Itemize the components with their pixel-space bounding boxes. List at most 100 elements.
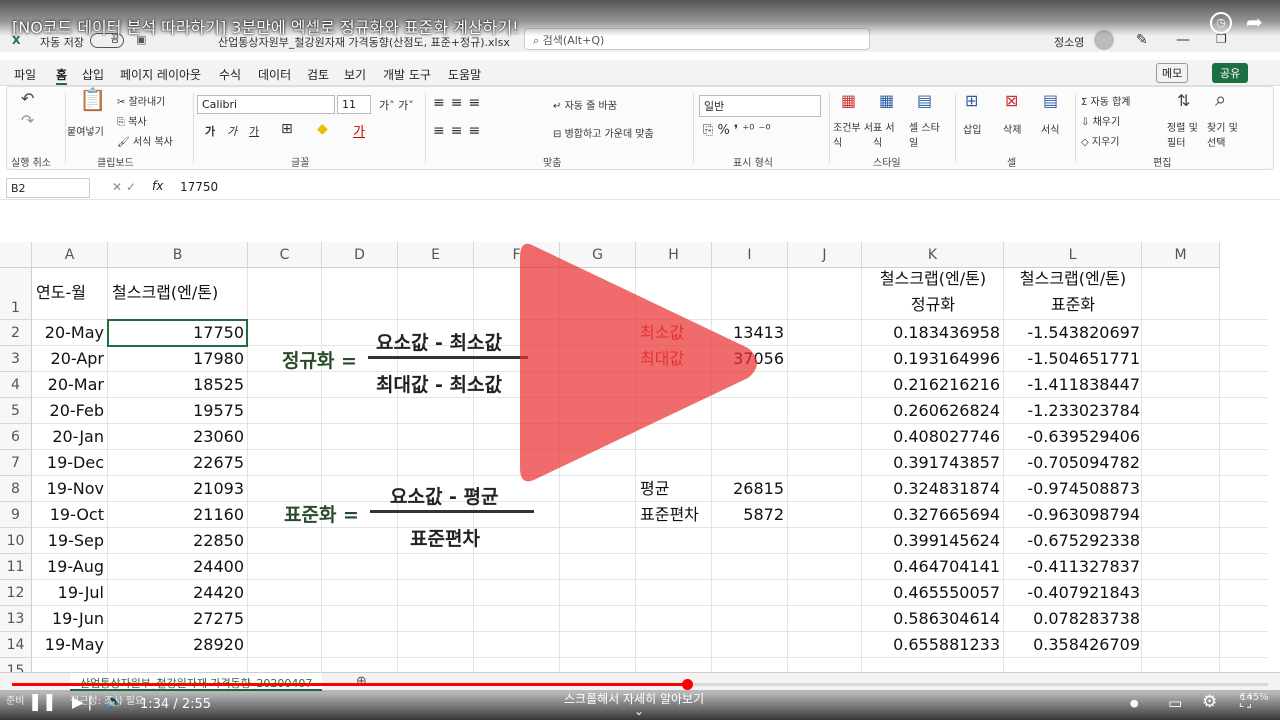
name-box[interactable]: B2 <box>6 178 90 198</box>
font-name-select[interactable]: Calibri <box>197 95 335 114</box>
cell-a3[interactable]: 20-Apr <box>32 346 104 372</box>
format-painter-button[interactable]: 🖌 서식 복사 <box>117 133 173 148</box>
cell-l5[interactable]: -1.233023784 <box>1004 398 1140 424</box>
font-grow-icon[interactable]: 가˄ 가˅ <box>379 97 414 113</box>
cell-a2[interactable]: 20-May <box>32 320 104 346</box>
menu-formulas[interactable]: 수식 <box>219 66 241 83</box>
menu-insert[interactable]: 삽입 <box>82 66 104 83</box>
share-button[interactable]: 공유 <box>1212 63 1249 83</box>
menu-view[interactable]: 보기 <box>344 66 366 83</box>
cell-l2[interactable]: -1.543820697 <box>1004 320 1140 346</box>
volume-icon[interactable]: 🔊 <box>106 694 123 710</box>
table-format-button[interactable]: 표 서식 <box>873 119 903 149</box>
cell-k10[interactable]: 0.399145624 <box>862 528 1000 554</box>
cell-l12[interactable]: -0.407921843 <box>1004 580 1140 606</box>
column-header-m[interactable]: M <box>1142 242 1220 268</box>
cell-b12[interactable]: 24420 <box>108 580 244 606</box>
cell-b14[interactable]: 28920 <box>108 632 244 658</box>
chevron-down-icon[interactable]: ⌄ <box>634 704 644 718</box>
cell-a4[interactable]: 20-Mar <box>32 372 104 398</box>
redo-icon[interactable]: ↷ <box>21 113 34 129</box>
row-header-4[interactable]: 4 <box>0 372 32 398</box>
paste-icon[interactable]: 📋 <box>79 90 106 112</box>
cell-a8[interactable]: 19-Nov <box>32 476 104 502</box>
row-header-1[interactable]: 1 <box>0 268 32 320</box>
row-header-14[interactable]: 14 <box>0 632 32 658</box>
fill-button[interactable]: ⇩ 채우기 <box>1081 113 1120 128</box>
cell-b7[interactable]: 22675 <box>108 450 244 476</box>
cell-k7[interactable]: 0.391743857 <box>862 450 1000 476</box>
bold-button[interactable]: 가 <box>205 123 215 139</box>
cell-l13[interactable]: 0.078283738 <box>1004 606 1140 632</box>
cell-a10[interactable]: 19-Sep <box>32 528 104 554</box>
wrap-text-button[interactable]: ↵ 자동 줄 바꿈 <box>553 97 617 112</box>
column-header-l[interactable]: L <box>1004 242 1142 268</box>
cell-l8[interactable]: -0.974508873 <box>1004 476 1140 502</box>
column-header-e[interactable]: E <box>398 242 474 268</box>
column-header-a[interactable]: A <box>32 242 108 268</box>
cell-b8[interactable]: 21093 <box>108 476 244 502</box>
cell-b11[interactable]: 24400 <box>108 554 244 580</box>
sort-filter-icon[interactable]: ⇅ <box>1177 93 1190 109</box>
cell-k14[interactable]: 0.655881233 <box>862 632 1000 658</box>
align-left-icons[interactable]: ≡≡≡ <box>433 123 486 139</box>
conditional-format-button[interactable]: 조건부 서식 <box>833 119 873 149</box>
find-select-button[interactable]: 찾기 및 선택 <box>1207 119 1247 149</box>
column-header-d[interactable]: D <box>322 242 398 268</box>
cell-style-icon[interactable]: ▤ <box>917 93 932 109</box>
play-icon[interactable] <box>516 218 766 508</box>
insert-cells-button[interactable]: 삽입 <box>963 121 981 136</box>
cell-k1-line2[interactable]: 정규화 <box>862 292 1004 318</box>
format-cells-icon[interactable]: ▤ <box>1043 93 1058 109</box>
cell-a1[interactable]: 연도-월 <box>36 280 108 306</box>
cell-l3[interactable]: -1.504651771 <box>1004 346 1140 372</box>
fx-button[interactable]: fx <box>152 179 163 193</box>
paste-button[interactable]: 붙여넣기 <box>67 123 104 138</box>
cell-k5[interactable]: 0.260626824 <box>862 398 1000 424</box>
cell-a12[interactable]: 19-Jul <box>32 580 104 606</box>
cell-k4[interactable]: 0.216216216 <box>862 372 1000 398</box>
table-format-icon[interactable]: ▦ <box>879 93 894 109</box>
column-header-j[interactable]: J <box>788 242 862 268</box>
formula-input[interactable]: 17750 <box>180 180 218 194</box>
row-header-3[interactable]: 3 <box>0 346 32 372</box>
cell-k13[interactable]: 0.586304614 <box>862 606 1000 632</box>
cell-b9[interactable]: 21160 <box>108 502 244 528</box>
row-header-13[interactable]: 13 <box>0 606 32 632</box>
cell-l9[interactable]: -0.963098794 <box>1004 502 1140 528</box>
menu-page-layout[interactable]: 페이지 레이아웃 <box>120 66 201 83</box>
cell-b13[interactable]: 27275 <box>108 606 244 632</box>
cell-a14[interactable]: 19-May <box>32 632 104 658</box>
row-header-2[interactable]: 2 <box>0 320 32 346</box>
fill-color-icon[interactable]: ◆ <box>317 121 328 137</box>
cell-k11[interactable]: 0.464704141 <box>862 554 1000 580</box>
row-header-7[interactable]: 7 <box>0 450 32 476</box>
video-title[interactable]: [NO코드 데이터 분석 따라하기] 3분만에 엑셀로 정규화와 표준화 계산하… <box>12 14 519 38</box>
menu-developer[interactable]: 개발 도구 <box>383 66 431 83</box>
row-header-5[interactable]: 5 <box>0 398 32 424</box>
cell-b6[interactable]: 23060 <box>108 424 244 450</box>
cell-l7[interactable]: -0.705094782 <box>1004 450 1140 476</box>
cell-k8[interactable]: 0.324831874 <box>862 476 1000 502</box>
cell-k2[interactable]: 0.183436958 <box>862 320 1000 346</box>
delete-cells-icon[interactable]: ⊠ <box>1005 93 1018 109</box>
number-format-select[interactable]: 일반 <box>699 95 821 117</box>
row-header-9[interactable]: 9 <box>0 502 32 528</box>
cell-k3[interactable]: 0.193164996 <box>862 346 1000 372</box>
cell-a11[interactable]: 19-Aug <box>32 554 104 580</box>
menu-help[interactable]: 도움말 <box>448 66 481 83</box>
delete-cells-button[interactable]: 삭제 <box>1003 121 1021 136</box>
italic-button[interactable]: 가 <box>227 123 237 139</box>
cell-l1-line2[interactable]: 표준화 <box>1004 292 1142 318</box>
conditional-format-icon[interactable]: ▦ <box>841 93 856 109</box>
memo-button[interactable]: 메모 <box>1156 63 1189 83</box>
insert-cells-icon[interactable]: ⊞ <box>965 93 978 109</box>
autoplay-toggle-icon[interactable]: ⏺ <box>1130 694 1139 714</box>
cell-l11[interactable]: -0.411327837 <box>1004 554 1140 580</box>
cell-a7[interactable]: 19-Dec <box>32 450 104 476</box>
font-color-icon[interactable]: 가 <box>353 121 365 140</box>
cell-b10[interactable]: 22850 <box>108 528 244 554</box>
cell-l14[interactable]: 0.358426709 <box>1004 632 1140 658</box>
row-header-12[interactable]: 12 <box>0 580 32 606</box>
cell-k9[interactable]: 0.327665694 <box>862 502 1000 528</box>
